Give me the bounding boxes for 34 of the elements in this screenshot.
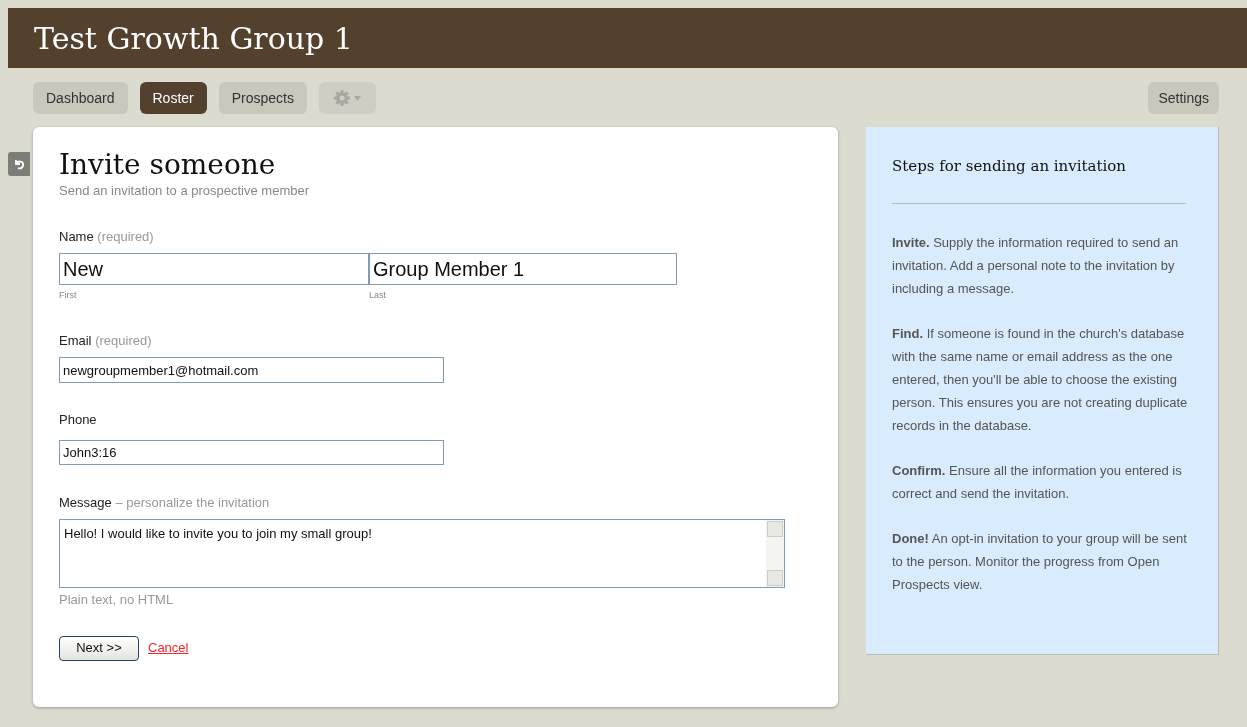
form-title: Invite someone xyxy=(59,149,277,181)
message-hint: Plain text, no HTML xyxy=(59,591,175,609)
step-paragraph: Confirm. Ensure all the information you entered is correct and send the invitation. xyxy=(892,461,1183,503)
field-caption: Last xyxy=(369,289,387,302)
settings-button[interactable]: Settings xyxy=(1148,82,1219,114)
last-name-field[interactable]: Group Member 1 xyxy=(369,253,677,285)
caret-icon xyxy=(354,95,362,101)
gear-menu-button[interactable] xyxy=(319,82,376,114)
message-field[interactable]: Hello! I would like to invite you to join my small group! xyxy=(59,519,785,588)
step-paragraph: Invite. Supply the information required to send an invitation. Add a personal note to the invitation by including a message. xyxy=(892,233,1180,298)
required-note: (required) xyxy=(95,332,152,348)
next-button[interactable]: Next >> xyxy=(59,635,139,661)
message-note: – personalize the invitation xyxy=(115,494,270,510)
panel-title: Steps for sending an invitation xyxy=(892,156,1128,177)
message-label: Message xyxy=(59,494,112,510)
form-subtitle: Send an invitation to a prospective member xyxy=(59,182,311,200)
phone-field[interactable]: John3:16 xyxy=(59,439,444,465)
email-field[interactable]: newgroupmember1@hotmail.com xyxy=(59,357,444,383)
nav-tab[interactable]: Dashboard xyxy=(33,82,128,114)
scrollbar[interactable] xyxy=(766,520,784,587)
cancel-link[interactable]: Cancel xyxy=(148,638,189,658)
back-icon[interactable] xyxy=(8,152,30,176)
name-label: Name xyxy=(59,228,94,244)
field-caption: First xyxy=(59,289,78,302)
required-note: (required) xyxy=(97,228,154,244)
nav-tab[interactable]: Prospects xyxy=(218,82,307,114)
gear-icon xyxy=(333,89,352,107)
phone-label: Phone xyxy=(59,411,98,429)
step-paragraph: Done! An opt-in invitation to your group will be sent to the person. Monitor the progress from Open Prospects view. xyxy=(892,529,1188,594)
first-name-field[interactable]: New xyxy=(59,253,369,285)
step-paragraph: Find. If someone is found in the church's database with the same name or email address as the one entered, then you'll be able to choose the existing person. This ensures you are not creating duplicate records in the database. xyxy=(892,324,1189,435)
nav-tab[interactable]: Roster xyxy=(139,82,207,114)
group-title: Test Growth Group 1 xyxy=(34,19,353,58)
email-label: Email xyxy=(59,332,92,348)
